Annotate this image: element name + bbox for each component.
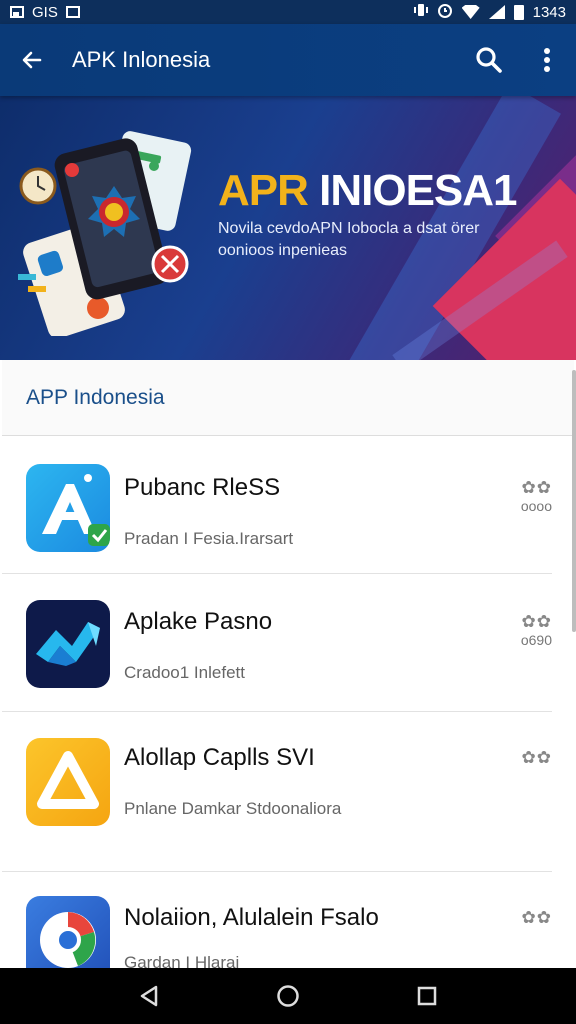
- rating-count: oooo: [520, 498, 552, 514]
- ribbon-logo-icon: [26, 600, 110, 688]
- rating-stars-icon: ✿✿: [521, 908, 552, 927]
- app-subtitle: Pnlane Damkar Stdoonaliora: [124, 799, 342, 818]
- app-name: Aplake Pasno: [124, 608, 273, 635]
- rating-count: o690: [520, 632, 552, 648]
- banner-headline-accent: APR: [218, 166, 309, 215]
- app-bar: APK Inlonesia: [0, 24, 576, 96]
- status-bar: GIS 1343: [0, 0, 576, 24]
- app-name: Pubanc RleSS: [124, 474, 281, 501]
- app-name: Alollap Caplls SVI: [124, 744, 315, 771]
- status-time: 1343: [532, 3, 566, 21]
- battery-icon: [513, 4, 524, 20]
- search-icon: [476, 47, 502, 73]
- rating-stars-icon: ✿✿: [521, 748, 552, 767]
- letter-a-icon: [26, 464, 110, 552]
- app-list-section: APP Indonesia Pubanc RleSS Pradan I Fesi…: [2, 360, 574, 970]
- rating-stars-icon: ✿✿: [521, 612, 552, 631]
- banner-headline-rest: INIOESA1: [307, 166, 517, 215]
- nav-recents-icon: [417, 986, 436, 1006]
- promo-banner[interactable]: APR INIOESA1 Novila cevdoAPN Iobocla a d…: [0, 96, 576, 360]
- more-options-button[interactable]: [518, 24, 576, 96]
- app-rating: ✿✿ o690: [521, 612, 552, 648]
- app-bar-title: APK Inlonesia: [72, 47, 211, 72]
- banner-headline: APR INIOESA1: [218, 166, 518, 216]
- app-name: Nolaiion, Alulalein Fsalo: [124, 904, 379, 931]
- app-rating: ✿✿: [522, 748, 553, 768]
- status-left-text: GIS: [32, 3, 58, 21]
- app-list-item[interactable]: Aplake Pasno Cradoo1 Inlefett ✿✿ o690: [2, 574, 552, 712]
- section-title: APP Indonesia: [2, 360, 574, 436]
- app-list-item[interactable]: Nolaiion, Alulalein Fsalo Gardan I Hlara…: [2, 872, 552, 970]
- nav-home-icon: [277, 985, 299, 1007]
- system-nav-bar: [0, 968, 576, 1024]
- app-list-item[interactable]: Alollap Caplls SVI Pnlane Damkar Stdoona…: [2, 712, 552, 872]
- nav-home-button[interactable]: [258, 968, 318, 1024]
- triangle-logo-icon: [26, 738, 110, 826]
- chrome-like-icon: [26, 896, 110, 970]
- app-rating: ✿✿: [522, 908, 553, 928]
- app-subtitle: Pradan I Fesia.Irarsart: [124, 529, 294, 548]
- app-subtitle: Cradoo1 Inlefett: [124, 663, 245, 682]
- nav-back-icon: [141, 985, 158, 1007]
- image-notification-icon: [65, 6, 80, 18]
- search-button[interactable]: [460, 24, 518, 96]
- vibrate-icon: [413, 2, 428, 22]
- app-rating: ✿✿ oooo: [521, 478, 552, 514]
- scrollbar[interactable]: [572, 370, 576, 632]
- nav-back-button[interactable]: [119, 968, 179, 1024]
- notification-icon: [10, 6, 24, 18]
- more-vert-icon: [544, 48, 550, 72]
- back-arrow-icon: [22, 51, 42, 69]
- banner-phone-illustration: [18, 131, 192, 336]
- back-button[interactable]: [0, 24, 64, 96]
- wifi-icon: [461, 5, 480, 19]
- app-list-item[interactable]: Pubanc RleSS Pradan I Fesia.Irarsart ✿✿ …: [2, 436, 552, 574]
- nav-recents-button[interactable]: [397, 968, 457, 1024]
- rating-stars-icon: ✿✿: [521, 478, 552, 497]
- signal-icon: [488, 5, 505, 19]
- alarm-icon: [437, 2, 453, 22]
- banner-subtitle: Novila cevdoAPN Iobocla a dsat örer ooni…: [218, 220, 480, 259]
